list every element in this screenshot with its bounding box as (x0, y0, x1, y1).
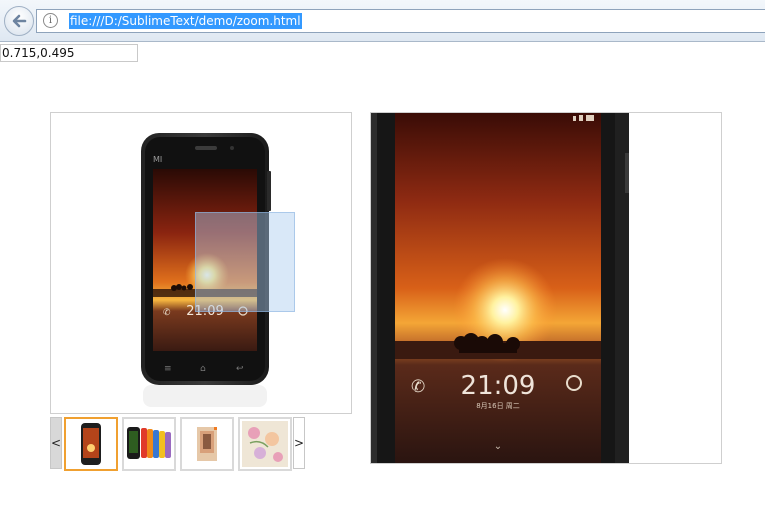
phone-call-icon: ✆ (163, 308, 171, 318)
home-key-icon: ⌂ (200, 364, 206, 374)
thumbnail-strip: < > (50, 417, 306, 471)
phone-brand-logo: MI (153, 155, 162, 164)
back-key-icon: ↩ (236, 364, 244, 374)
zoom-coordinates-readout[interactable]: 0.715,0.495 (0, 44, 138, 62)
address-field[interactable]: i file:///D:/SublimeText/demo/zoom.html (36, 9, 765, 33)
thumbnail-1[interactable] (64, 417, 118, 471)
product-image-viewer[interactable]: MI 21:09 ✆ ≡ ⌂ ↩ (50, 112, 352, 414)
info-icon[interactable]: i (43, 13, 58, 28)
back-button[interactable] (4, 6, 34, 36)
thumbnail-2[interactable] (122, 417, 176, 471)
thumbnail-packaging-box-image (197, 427, 217, 461)
thumbnail-phone-front-image (81, 423, 101, 465)
back-arrow-icon (12, 14, 27, 28)
address-url-text[interactable]: file:///D:/SublimeText/demo/zoom.html (69, 13, 302, 29)
thumbnail-4[interactable] (238, 417, 292, 471)
zoomed-image-viewer: 21:09 8月16日 周二 ✆ ⌄ (370, 112, 722, 464)
thumbnail-color-lineup-image (127, 427, 171, 459)
zoomed-lock-time: 21:09 (461, 371, 536, 401)
thumbnail-3[interactable] (180, 417, 234, 471)
thumbnail-prev-button[interactable]: < (50, 417, 62, 469)
zoomed-lock-date: 8月16日 周二 (476, 402, 520, 410)
thumbnail-floral-case-image (242, 421, 288, 467)
browser-address-bar: i file:///D:/SublimeText/demo/zoom.html (0, 0, 765, 42)
unlock-chevron-icon: ⌄ (494, 441, 502, 452)
zoom-lens[interactable] (195, 212, 295, 312)
menu-key-icon: ≡ (164, 364, 172, 374)
thumbnail-next-button[interactable]: > (293, 417, 305, 469)
zoomed-phone-image: 21:09 8月16日 周二 ✆ ⌄ (371, 113, 629, 463)
zoomed-phone-call-icon: ✆ (411, 377, 425, 397)
